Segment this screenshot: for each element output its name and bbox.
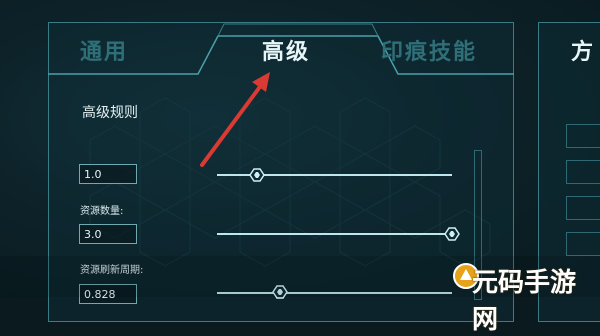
watermark-text: 元码手游网 [472,268,577,335]
red-arrow-icon [200,72,270,167]
game-settings-screen: 通用 高级 印痕技能 方 高级规则 1.0 资源数量: 3.0 资源刷新周期: … [0,0,600,335]
